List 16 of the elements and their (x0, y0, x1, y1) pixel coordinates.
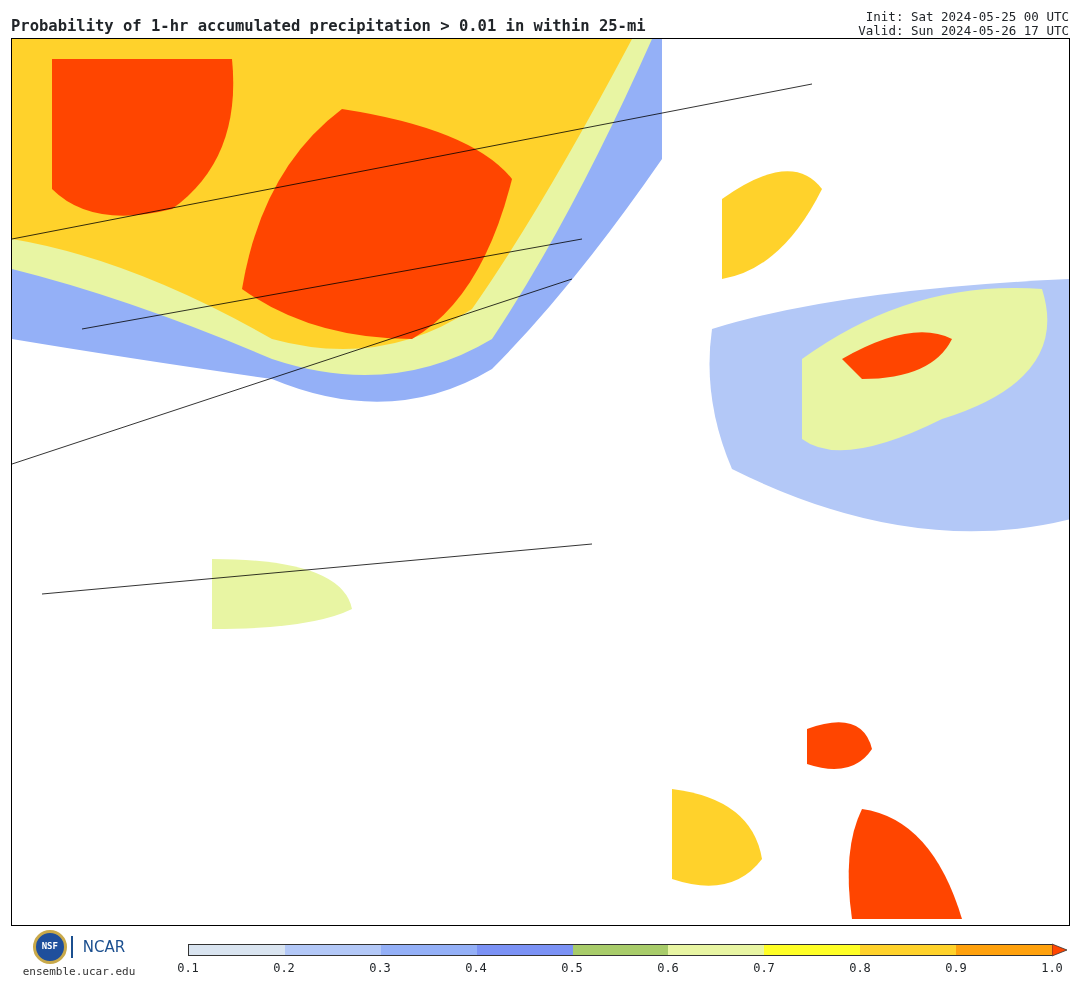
tick-label: 0.4 (464, 960, 488, 977)
init-time: Init: Sat 2024-05-25 00 UTC (864, 10, 1069, 24)
tick-label: 0.8 (848, 960, 872, 977)
tick-label: 0.2 (272, 960, 296, 977)
tick-label: 1.0 (1040, 960, 1064, 977)
seal-logo: NSF (32, 930, 67, 964)
tick-label: 0.7 (752, 960, 776, 977)
tick-label: 0.9 (944, 960, 968, 977)
tick-label: 0.5 (560, 960, 584, 977)
tick-label: 0.1 (176, 960, 200, 977)
chart-title: Probability of 1-hr accumulated precipitation > 0.01 in within 25-mi (11, 15, 646, 37)
valid-time: Valid: Sun 2024-05-26 17 UTC (858, 24, 1069, 38)
tick-label: 0.3 (368, 960, 392, 977)
tick-label: 0.6 (656, 960, 680, 977)
wordmark-logo: NCAR (70, 935, 126, 959)
website-url: ensemble.ucar.edu (22, 964, 136, 980)
